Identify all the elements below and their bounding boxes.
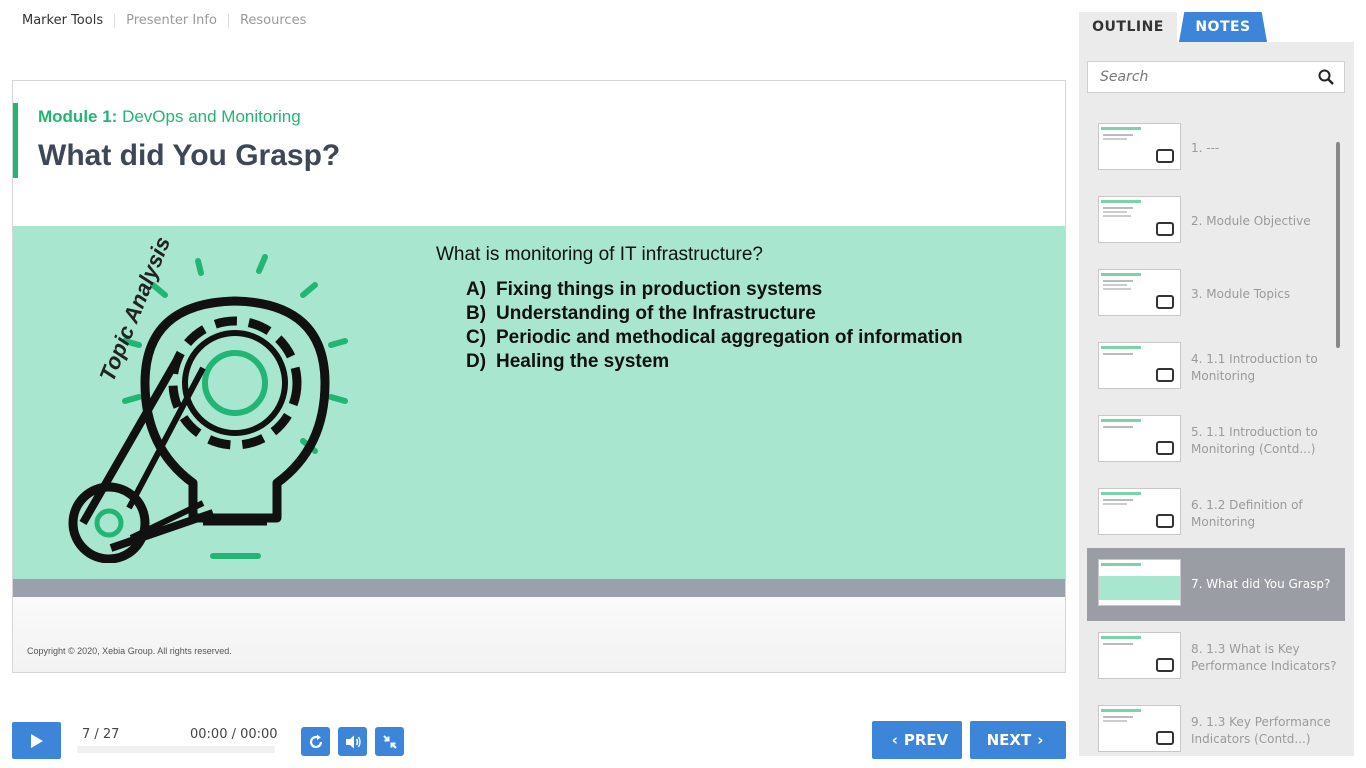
sidebar: OUTLINE NOTES 1. --- 2. Module Objective…	[1079, 12, 1354, 756]
slide-list-label: 9. 1.3 Key Performance Indicators (Contd…	[1191, 714, 1331, 746]
slide-thumbnail	[1098, 123, 1181, 170]
volume-button[interactable]	[338, 727, 367, 756]
slide-list-item-active[interactable]: 7. What did You Grasp?	[1087, 548, 1345, 621]
topic-analysis-illustration: Topic Analysis	[68, 233, 348, 563]
tab-outline[interactable]: OUTLINE	[1079, 12, 1177, 42]
nav-divider	[227, 13, 229, 28]
option-letter: C)	[466, 327, 487, 348]
illustration-label: Topic Analysis	[94, 233, 175, 385]
option-text: Understanding of the Infrastructure	[496, 303, 816, 324]
option-a: A) Fixing things in production systems	[466, 278, 963, 302]
slide-title: What did You Grasp?	[38, 139, 341, 172]
top-nav: Marker Tools Presenter Info Resources	[22, 13, 306, 28]
collapse-icon	[382, 734, 397, 749]
replay-icon	[309, 734, 322, 748]
slide-list-item[interactable]: 2. Module Objective	[1087, 185, 1345, 258]
slide-list-label: 8. 1.3 What is Key Performance Indicator…	[1191, 641, 1337, 673]
slide-list-item[interactable]: 4. 1.1 Introduction to Monitoring	[1087, 331, 1345, 404]
option-c: C) Periodic and methodical aggregation of…	[466, 326, 963, 350]
slide-footer-band	[13, 579, 1065, 597]
slide-thumbnail	[1098, 196, 1181, 243]
slide-list-item[interactable]: 8. 1.3 What is Key Performance Indicator…	[1087, 621, 1345, 694]
slide-footer	[13, 597, 1065, 672]
slide-list-label: 4. 1.1 Introduction to Monitoring	[1191, 351, 1318, 383]
seek-bar[interactable]	[77, 746, 275, 753]
outline-panel: 1. --- 2. Module Objective 3. Module Top…	[1079, 42, 1354, 756]
chevron-right-icon: ›	[1037, 731, 1044, 749]
nav-divider	[114, 13, 116, 28]
slide-thumbnail	[1098, 632, 1181, 679]
answer-options: A) Fixing things in production systems B)…	[466, 278, 963, 374]
module-name: DevOps and Monitoring	[122, 107, 301, 126]
search-input[interactable]	[1088, 62, 1313, 92]
gear-icon	[168, 316, 302, 450]
copyright-text: Copyright © 2020, Xebia Group. All right…	[27, 646, 232, 656]
time-display: 00:00 / 00:00	[190, 727, 278, 742]
play-button[interactable]	[12, 722, 61, 759]
slide-list-label: 5. 1.1 Introduction to Monitoring (Contd…	[1191, 424, 1318, 456]
prev-button[interactable]: ‹ PREV	[872, 721, 962, 759]
slide-list-label: 2. Module Objective	[1191, 214, 1311, 228]
collapse-button[interactable]	[375, 727, 404, 756]
search-box	[1087, 61, 1345, 93]
slide-thumbnail	[1098, 559, 1181, 606]
next-button[interactable]: NEXT ›	[970, 721, 1066, 759]
option-letter: D)	[466, 351, 487, 372]
slide-list-label: 6. 1.2 Definition of Monitoring	[1191, 497, 1303, 529]
option-text: Fixing things in production systems	[496, 279, 823, 300]
nav-resources[interactable]: Resources	[240, 13, 306, 28]
slide-list-item[interactable]: 3. Module Topics	[1087, 258, 1345, 331]
play-icon	[30, 733, 43, 748]
slide-counter: 7 / 27	[82, 727, 120, 742]
sidebar-scrollbar[interactable]	[1336, 142, 1340, 348]
slide-list-label: 1. ---	[1191, 141, 1220, 155]
slide-thumbnail	[1098, 488, 1181, 535]
slide-list-item[interactable]: 5. 1.1 Introduction to Monitoring (Contd…	[1087, 404, 1345, 477]
title-accent-bar	[13, 103, 18, 178]
option-d: D) Healing the system	[466, 350, 963, 374]
module-prefix: Module 1:	[38, 107, 118, 126]
prev-label: PREV	[903, 731, 949, 749]
player-root: Marker Tools Presenter Info Resources Mo…	[0, 0, 1366, 768]
tab-notes[interactable]: NOTES	[1179, 12, 1267, 42]
slide-list-label: 3. Module Topics	[1191, 287, 1291, 301]
chevron-left-icon: ‹	[891, 731, 898, 749]
option-text: Healing the system	[496, 351, 670, 372]
slide-thumbnail	[1098, 269, 1181, 316]
slide-thumbnail	[1098, 705, 1181, 752]
slide-thumbnail	[1098, 415, 1181, 462]
nav-marker-tools[interactable]: Marker Tools	[22, 13, 103, 28]
quiz-question: What is monitoring of IT infrastructure?	[436, 244, 763, 265]
slide-list-item[interactable]: 1. ---	[1087, 112, 1345, 185]
slide-list-label: 7. What did You Grasp?	[1191, 577, 1331, 591]
search-icon[interactable]	[1318, 69, 1334, 85]
option-text: Periodic and methodical aggregation of i…	[496, 327, 963, 348]
module-heading: Module 1: DevOps and Monitoring	[38, 107, 301, 127]
next-label: NEXT	[986, 731, 1032, 749]
option-b: B) Understanding of the Infrastructure	[466, 302, 963, 326]
nav-presenter-info[interactable]: Presenter Info	[126, 13, 217, 28]
slide-list-item[interactable]: 6. 1.2 Definition of Monitoring	[1087, 477, 1345, 550]
slide-thumbnail	[1098, 342, 1181, 389]
replay-button[interactable]	[301, 727, 330, 756]
slide-list-item[interactable]: 9. 1.3 Key Performance Indicators (Contd…	[1087, 694, 1345, 767]
volume-icon	[345, 735, 361, 748]
option-letter: A)	[466, 279, 487, 300]
slide-canvas: Module 1: DevOps and Monitoring What did…	[12, 80, 1066, 673]
option-letter: B)	[466, 303, 487, 324]
